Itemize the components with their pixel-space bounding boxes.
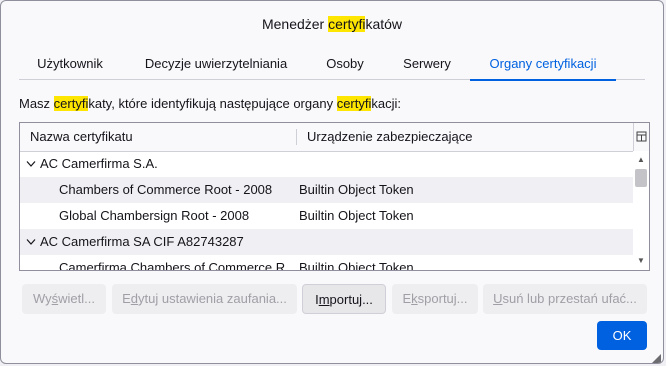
scrollbar-thumb[interactable] bbox=[635, 169, 647, 187]
column-header-device[interactable]: Urządzenie zabezpieczające bbox=[307, 123, 472, 151]
desc-part: Masz bbox=[19, 96, 54, 111]
scroll-up-arrow-icon[interactable]: ▲ bbox=[633, 153, 649, 167]
authorities-description: Masz certyfikaty, które identyfikują nas… bbox=[19, 96, 401, 111]
search-highlight: certyfi bbox=[336, 96, 372, 111]
group-name: AC Camerfirma S.A. bbox=[40, 156, 158, 171]
tab-servers[interactable]: Serwery bbox=[395, 53, 459, 79]
dialog-title-prefix: Menedżer bbox=[261, 16, 329, 32]
delete-or-distrust-button[interactable]: Usuń lub przestań ufać... bbox=[483, 284, 647, 314]
export-button[interactable]: Eksportuj... bbox=[392, 284, 478, 314]
dialog-title: Menedżer certyfikatów bbox=[1, 16, 663, 32]
resize-grip-icon[interactable] bbox=[651, 351, 661, 363]
ok-button[interactable]: OK bbox=[597, 321, 647, 350]
tree-row[interactable]: Camerfirma Chambers of Commerce R Builti… bbox=[20, 255, 633, 271]
tree-rows: AC Camerfirma S.A. Chambers of Commerce … bbox=[20, 151, 633, 271]
dialog-title-suffix: katów bbox=[365, 16, 403, 32]
tree-row[interactable]: Chambers of Commerce Root - 2008 Builtin… bbox=[20, 177, 633, 203]
certificate-name: Camerfirma Chambers of Commerce R bbox=[59, 260, 286, 271]
view-button[interactable]: Wyświetl... bbox=[22, 284, 106, 314]
tree-row-group[interactable]: AC Camerfirma SA CIF A82743287 bbox=[20, 229, 633, 255]
group-name: AC Camerfirma SA CIF A82743287 bbox=[40, 234, 244, 249]
desc-part: kacji: bbox=[371, 96, 401, 111]
edit-trust-button[interactable]: Edytuj ustawienia zaufania... bbox=[112, 284, 297, 314]
tree-header: Nazwa certyfikatu Urządzenie zabezpiecza… bbox=[20, 123, 633, 152]
tab-authentication-decisions[interactable]: Decyzje uwierzytelniania bbox=[141, 53, 291, 79]
certificate-tree[interactable]: Nazwa certyfikatu Urządzenie zabezpiecza… bbox=[19, 122, 650, 271]
column-splitter[interactable] bbox=[296, 129, 297, 145]
device-cell: Builtin Object Token bbox=[299, 260, 414, 271]
scroll-down-arrow-icon[interactable]: ▼ bbox=[633, 254, 649, 268]
tab-user[interactable]: Użytkownik bbox=[24, 53, 116, 79]
certificate-manager-dialog: Menedżer certyfikatów Użytkownik Decyzje… bbox=[0, 0, 664, 364]
column-picker-icon[interactable] bbox=[633, 123, 649, 151]
tab-bar: Użytkownik Decyzje uwierzytelniania Osob… bbox=[19, 53, 645, 81]
chevron-down-icon[interactable] bbox=[26, 151, 40, 177]
tab-people[interactable]: Osoby bbox=[315, 53, 375, 79]
search-highlight: certyfi bbox=[53, 96, 89, 111]
tree-row-group[interactable]: AC Camerfirma S.A. bbox=[20, 151, 633, 177]
tab-authorities[interactable]: Organy certyfikacji bbox=[470, 53, 616, 81]
certificate-name: Global Chambersign Root - 2008 bbox=[59, 208, 250, 223]
certificate-name: Chambers of Commerce Root - 2008 bbox=[59, 182, 273, 197]
search-highlight: certyfi bbox=[328, 16, 366, 32]
tree-scrollbar[interactable]: ▲ ▼ bbox=[633, 151, 649, 270]
chevron-down-icon[interactable] bbox=[26, 229, 40, 255]
device-cell: Builtin Object Token bbox=[299, 182, 414, 197]
device-cell: Builtin Object Token bbox=[299, 208, 414, 223]
import-button[interactable]: Importuj... bbox=[302, 284, 386, 314]
tree-row[interactable]: Global Chambersign Root - 2008 Builtin O… bbox=[20, 203, 633, 229]
column-header-name[interactable]: Nazwa certyfikatu bbox=[30, 123, 133, 151]
desc-part: katy, które identyfikują następujące org… bbox=[88, 96, 337, 111]
